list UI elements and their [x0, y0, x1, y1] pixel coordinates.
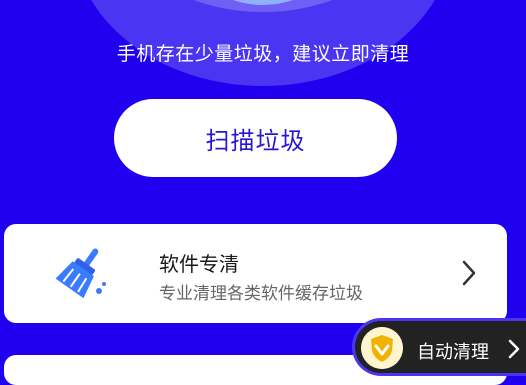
- scan-junk-button[interactable]: 扫描垃圾: [114, 99, 397, 177]
- software-clean-card[interactable]: 软件专清 专业清理各类软件缓存垃圾: [4, 224, 507, 323]
- chevron-right-icon: [462, 260, 476, 286]
- card-subtitle: 专业清理各类软件缓存垃圾: [159, 284, 363, 304]
- broom-icon: [55, 248, 106, 299]
- auto-clean-label: 自动清理: [417, 342, 489, 363]
- shield-heart-icon: [361, 327, 403, 369]
- cleaner-screen: { "header": { "status_text": "手机存在少量垃圾，建…: [0, 0, 526, 385]
- auto-clean-button[interactable]: 自动清理: [352, 318, 526, 376]
- chevron-right-icon: [508, 339, 520, 359]
- card-title: 软件专清: [159, 252, 239, 276]
- status-message: 手机存在少量垃圾，建议立即清理: [116, 43, 410, 65]
